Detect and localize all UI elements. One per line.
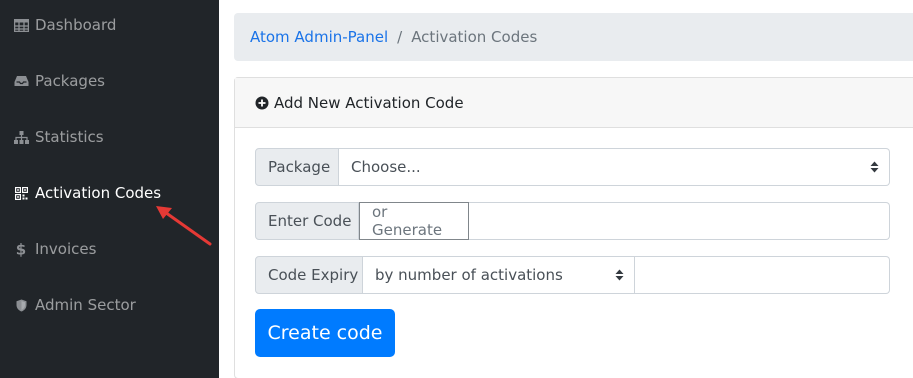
- sidebar-item-dashboard[interactable]: Dashboard: [0, 5, 219, 45]
- sidebar-item-admin-sector[interactable]: Admin Sector: [0, 285, 219, 325]
- package-group: Package Choose...: [255, 148, 890, 186]
- sidebar-item-label: Packages: [35, 72, 105, 90]
- inbox-icon: [13, 73, 29, 89]
- annotation-arrow: [156, 206, 212, 246]
- shield-icon: [13, 297, 29, 313]
- code-group: Enter Code or Generate: [255, 202, 890, 240]
- select-arrows-icon: [870, 161, 879, 173]
- sidebar-item-label: Dashboard: [35, 16, 117, 34]
- sidebar-item-label: Admin Sector: [35, 296, 136, 314]
- package-select-value: Choose...: [351, 158, 421, 176]
- sidebar-item-statistics[interactable]: Statistics: [0, 117, 219, 157]
- package-select[interactable]: Choose...: [339, 148, 890, 186]
- table-icon: [13, 17, 29, 33]
- card-title: Add New Activation Code: [274, 93, 464, 112]
- create-code-button[interactable]: Create code: [255, 309, 395, 357]
- card-header: Add New Activation Code: [235, 78, 913, 128]
- select-arrows-icon: [615, 269, 624, 281]
- sidebar-item-label: Statistics: [35, 128, 104, 146]
- breadcrumb-current: Activation Codes: [411, 28, 538, 46]
- expiry-select-value: by number of activations: [375, 266, 563, 284]
- add-activation-code-card: Add New Activation Code Package Choose..…: [234, 77, 913, 378]
- sidebar-item-label: Invoices: [35, 240, 97, 258]
- breadcrumb-home-link[interactable]: Atom Admin-Panel: [250, 28, 388, 46]
- breadcrumb-separator: /: [397, 28, 403, 46]
- expiry-type-select[interactable]: by number of activations: [363, 256, 635, 294]
- breadcrumb: Atom Admin-Panel / Activation Codes: [234, 13, 913, 61]
- code-label: Enter Code: [255, 202, 359, 240]
- plus-circle-icon: [255, 96, 269, 110]
- sidebar-item-packages[interactable]: Packages: [0, 61, 219, 101]
- expiry-label: Code Expiry: [255, 256, 363, 294]
- qrcode-icon: [13, 185, 29, 201]
- sidebar: Dashboard Packages Statistics Activation…: [0, 0, 219, 378]
- package-label: Package: [255, 148, 339, 186]
- code-input[interactable]: or Generate: [359, 202, 469, 240]
- code-input-remainder[interactable]: [469, 202, 890, 240]
- expiry-group: Code Expiry by number of activations: [255, 256, 890, 294]
- sitemap-icon: [13, 129, 29, 145]
- svg-text:$: $: [16, 241, 26, 257]
- sidebar-item-label: Activation Codes: [35, 184, 162, 202]
- dollar-icon: $: [13, 241, 29, 257]
- expiry-value-input[interactable]: [635, 256, 890, 294]
